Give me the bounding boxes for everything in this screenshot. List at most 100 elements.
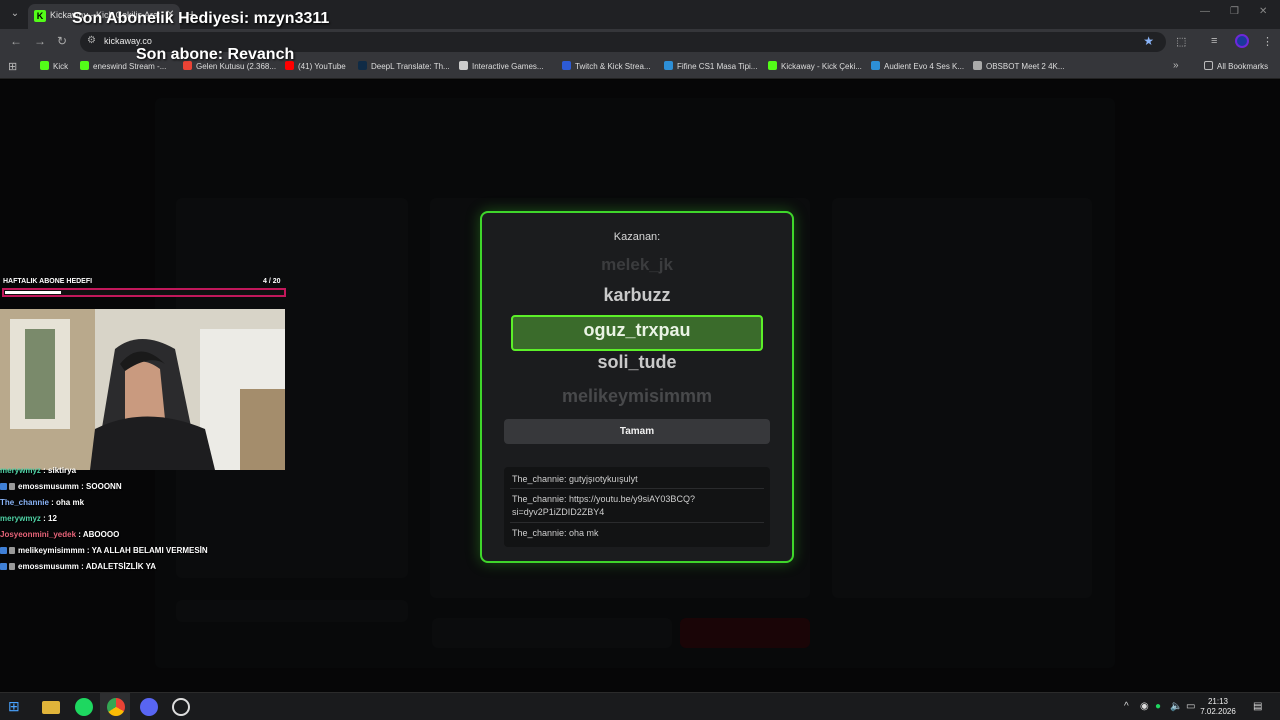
chat-text: : siktirya: [40, 466, 77, 475]
ok-button[interactable]: Tamam: [504, 419, 770, 444]
chat-username: melikeymisimmm: [18, 546, 85, 555]
profile-avatar[interactable]: [1235, 34, 1249, 48]
last-sub-overlay: Son abone: Revanch: [136, 46, 295, 63]
wheel-name: melek_jk: [601, 255, 673, 274]
folder-icon: [1204, 61, 1213, 70]
chat-username: merywmyz: [0, 466, 41, 475]
chat-username: merywmyz: [0, 514, 41, 523]
chat-text: : YA ALLAH BELAMI VERMESİN: [84, 546, 208, 555]
bookmark-label: Kick: [53, 62, 69, 71]
message-item: The_channie: https://youtu.be/y9siAY03BC…: [512, 494, 695, 517]
clock-date: 7.02.2026: [1200, 707, 1236, 716]
winner-modal: Kazanan: melek_jk karbuzz oguz_trxpau so…: [480, 211, 794, 563]
webcam-feed: [0, 309, 285, 470]
bookmark-label: (41) YouTube: [298, 62, 346, 71]
apps-grid-icon[interactable]: ⊞: [8, 60, 17, 73]
bookmark-item[interactable]: Kick: [40, 61, 68, 71]
goal-label: HAFTALIK ABONE HEDEFI: [3, 278, 93, 285]
file-explorer-icon[interactable]: [42, 701, 60, 714]
bookmark-favicon-icon: [80, 61, 89, 70]
chat-text: : oha mk: [48, 498, 85, 507]
bookmark-favicon-icon: [871, 61, 880, 70]
ghost-red-button: [680, 618, 810, 648]
bookmark-favicon-icon: [973, 61, 982, 70]
back-icon[interactable]: ←: [10, 34, 22, 48]
goal-progress-bar: [2, 288, 286, 297]
chat-message: merywmyz : siktirya: [0, 466, 300, 475]
bookmark-label: Fifine CS1 Masa Tipi...: [677, 62, 758, 71]
restore-icon[interactable]: ❐: [1230, 6, 1239, 17]
chrome-icon[interactable]: [107, 698, 125, 716]
spotify-icon[interactable]: [75, 698, 93, 716]
bookmark-item[interactable]: Interactive Games...: [459, 61, 544, 71]
ghost-button: [176, 600, 408, 622]
tab-search-icon[interactable]: ⌄: [6, 5, 24, 23]
bookmark-item[interactable]: Fifine CS1 Masa Tipi...: [664, 61, 757, 71]
chat-username: The_channie: [0, 498, 49, 507]
chat-username: emossmusumm: [18, 482, 79, 491]
site-info-icon[interactable]: ⚙: [87, 35, 96, 46]
tray-spotify-icon[interactable]: ●: [1155, 701, 1161, 712]
gift-badge-icon: [9, 547, 15, 554]
bookmark-label: DeepL Translate: Th...: [371, 62, 450, 71]
forward-icon[interactable]: →: [34, 34, 46, 48]
volume-icon[interactable]: 🔈: [1170, 701, 1182, 712]
bookmark-item[interactable]: DeepL Translate: Th...: [358, 61, 450, 71]
winner-messages: The_channie: gutyjşıotykuışulyt The_chan…: [504, 467, 770, 547]
bookmark-label: Audient Evo 4 Ses K...: [884, 62, 965, 71]
bookmark-item[interactable]: Kickaway - Kick Çeki...: [768, 61, 862, 71]
chat-text: : 12: [40, 514, 57, 523]
chat-message: merywmyz : 12: [0, 514, 300, 523]
bookmark-label: Interactive Games...: [472, 62, 544, 71]
gift-badge-icon: [9, 483, 15, 490]
bookmark-label: Kickaway - Kick Çeki...: [781, 62, 862, 71]
bookmark-favicon-icon: [459, 61, 468, 70]
winner-name: oguz_trxpau: [583, 320, 691, 340]
bookmark-star-icon[interactable]: ★: [1143, 34, 1154, 48]
name-wheel: melek_jk karbuzz oguz_trxpau soli_tude m…: [482, 253, 792, 413]
obs-icon[interactable]: [172, 698, 190, 716]
chat-message: emossmusumm : SOOONN: [0, 482, 300, 491]
windows-start-icon[interactable]: ⊞: [8, 698, 26, 716]
chat-message: The_channie : oha mk: [0, 498, 300, 507]
clock-time: 21:13: [1207, 697, 1229, 706]
more-bookmarks-icon[interactable]: »: [1173, 60, 1179, 71]
goal-progress-fill: [5, 291, 61, 294]
system-clock[interactable]: 21:13 7.02.2026: [1198, 697, 1238, 717]
chat-message: melikeymisimmm : YA ALLAH BELAMI VERMESİ…: [0, 546, 300, 555]
ghost-input: [432, 618, 672, 648]
all-bookmarks-label: All Bookmarks: [1217, 62, 1269, 71]
kick-favicon-icon: K: [34, 10, 46, 22]
chat-username: Josyeonmini_yedek: [0, 530, 77, 539]
chat-message: emossmusumm : ADALETSİZLİK YA: [0, 562, 300, 571]
minimize-icon[interactable]: —: [1200, 6, 1210, 17]
ghost-winners-panel: [832, 198, 1092, 598]
bookmark-favicon-icon: [768, 61, 777, 70]
subscriber-badge-icon: [0, 563, 7, 570]
menu-dots-icon[interactable]: ⋮: [1262, 35, 1273, 48]
message-item: The_channie: oha mk: [512, 528, 599, 538]
all-bookmarks-button[interactable]: All Bookmarks: [1204, 61, 1268, 71]
bookmark-item[interactable]: OBSBOT Meet 2 4K...: [973, 61, 1065, 71]
goal-count: 4 / 20: [263, 278, 281, 285]
media-icon[interactable]: ≡: [1211, 35, 1217, 47]
reload-icon[interactable]: ↻: [57, 34, 67, 48]
network-icon[interactable]: ▭: [1186, 701, 1195, 712]
bookmark-favicon-icon: [562, 61, 571, 70]
tray-chevron-icon[interactable]: ^: [1124, 701, 1129, 712]
divider: [510, 522, 764, 523]
notifications-icon[interactable]: ▤: [1253, 701, 1262, 712]
bookmark-label: Twitch & Kick Strea...: [575, 62, 651, 71]
close-window-icon[interactable]: ✕: [1259, 6, 1267, 17]
extensions-icon[interactable]: ⬚: [1176, 35, 1186, 48]
tray-discord-icon[interactable]: ◉: [1140, 701, 1149, 712]
last-gift-overlay: Son Abonelik Hediyesi: mzyn3311: [72, 10, 330, 27]
bookmark-item[interactable]: Twitch & Kick Strea...: [562, 61, 651, 71]
winner-label: Kazanan:: [613, 231, 661, 243]
bookmark-favicon-icon: [664, 61, 673, 70]
discord-icon[interactable]: [140, 698, 158, 716]
bookmark-item[interactable]: Audient Evo 4 Ses K...: [871, 61, 964, 71]
chat-text: : ADALETSİZLİK YA: [78, 562, 156, 571]
message-item: The_channie: gutyjşıotykuışulyt: [512, 474, 638, 484]
wheel-name: soli_tude: [597, 352, 677, 372]
